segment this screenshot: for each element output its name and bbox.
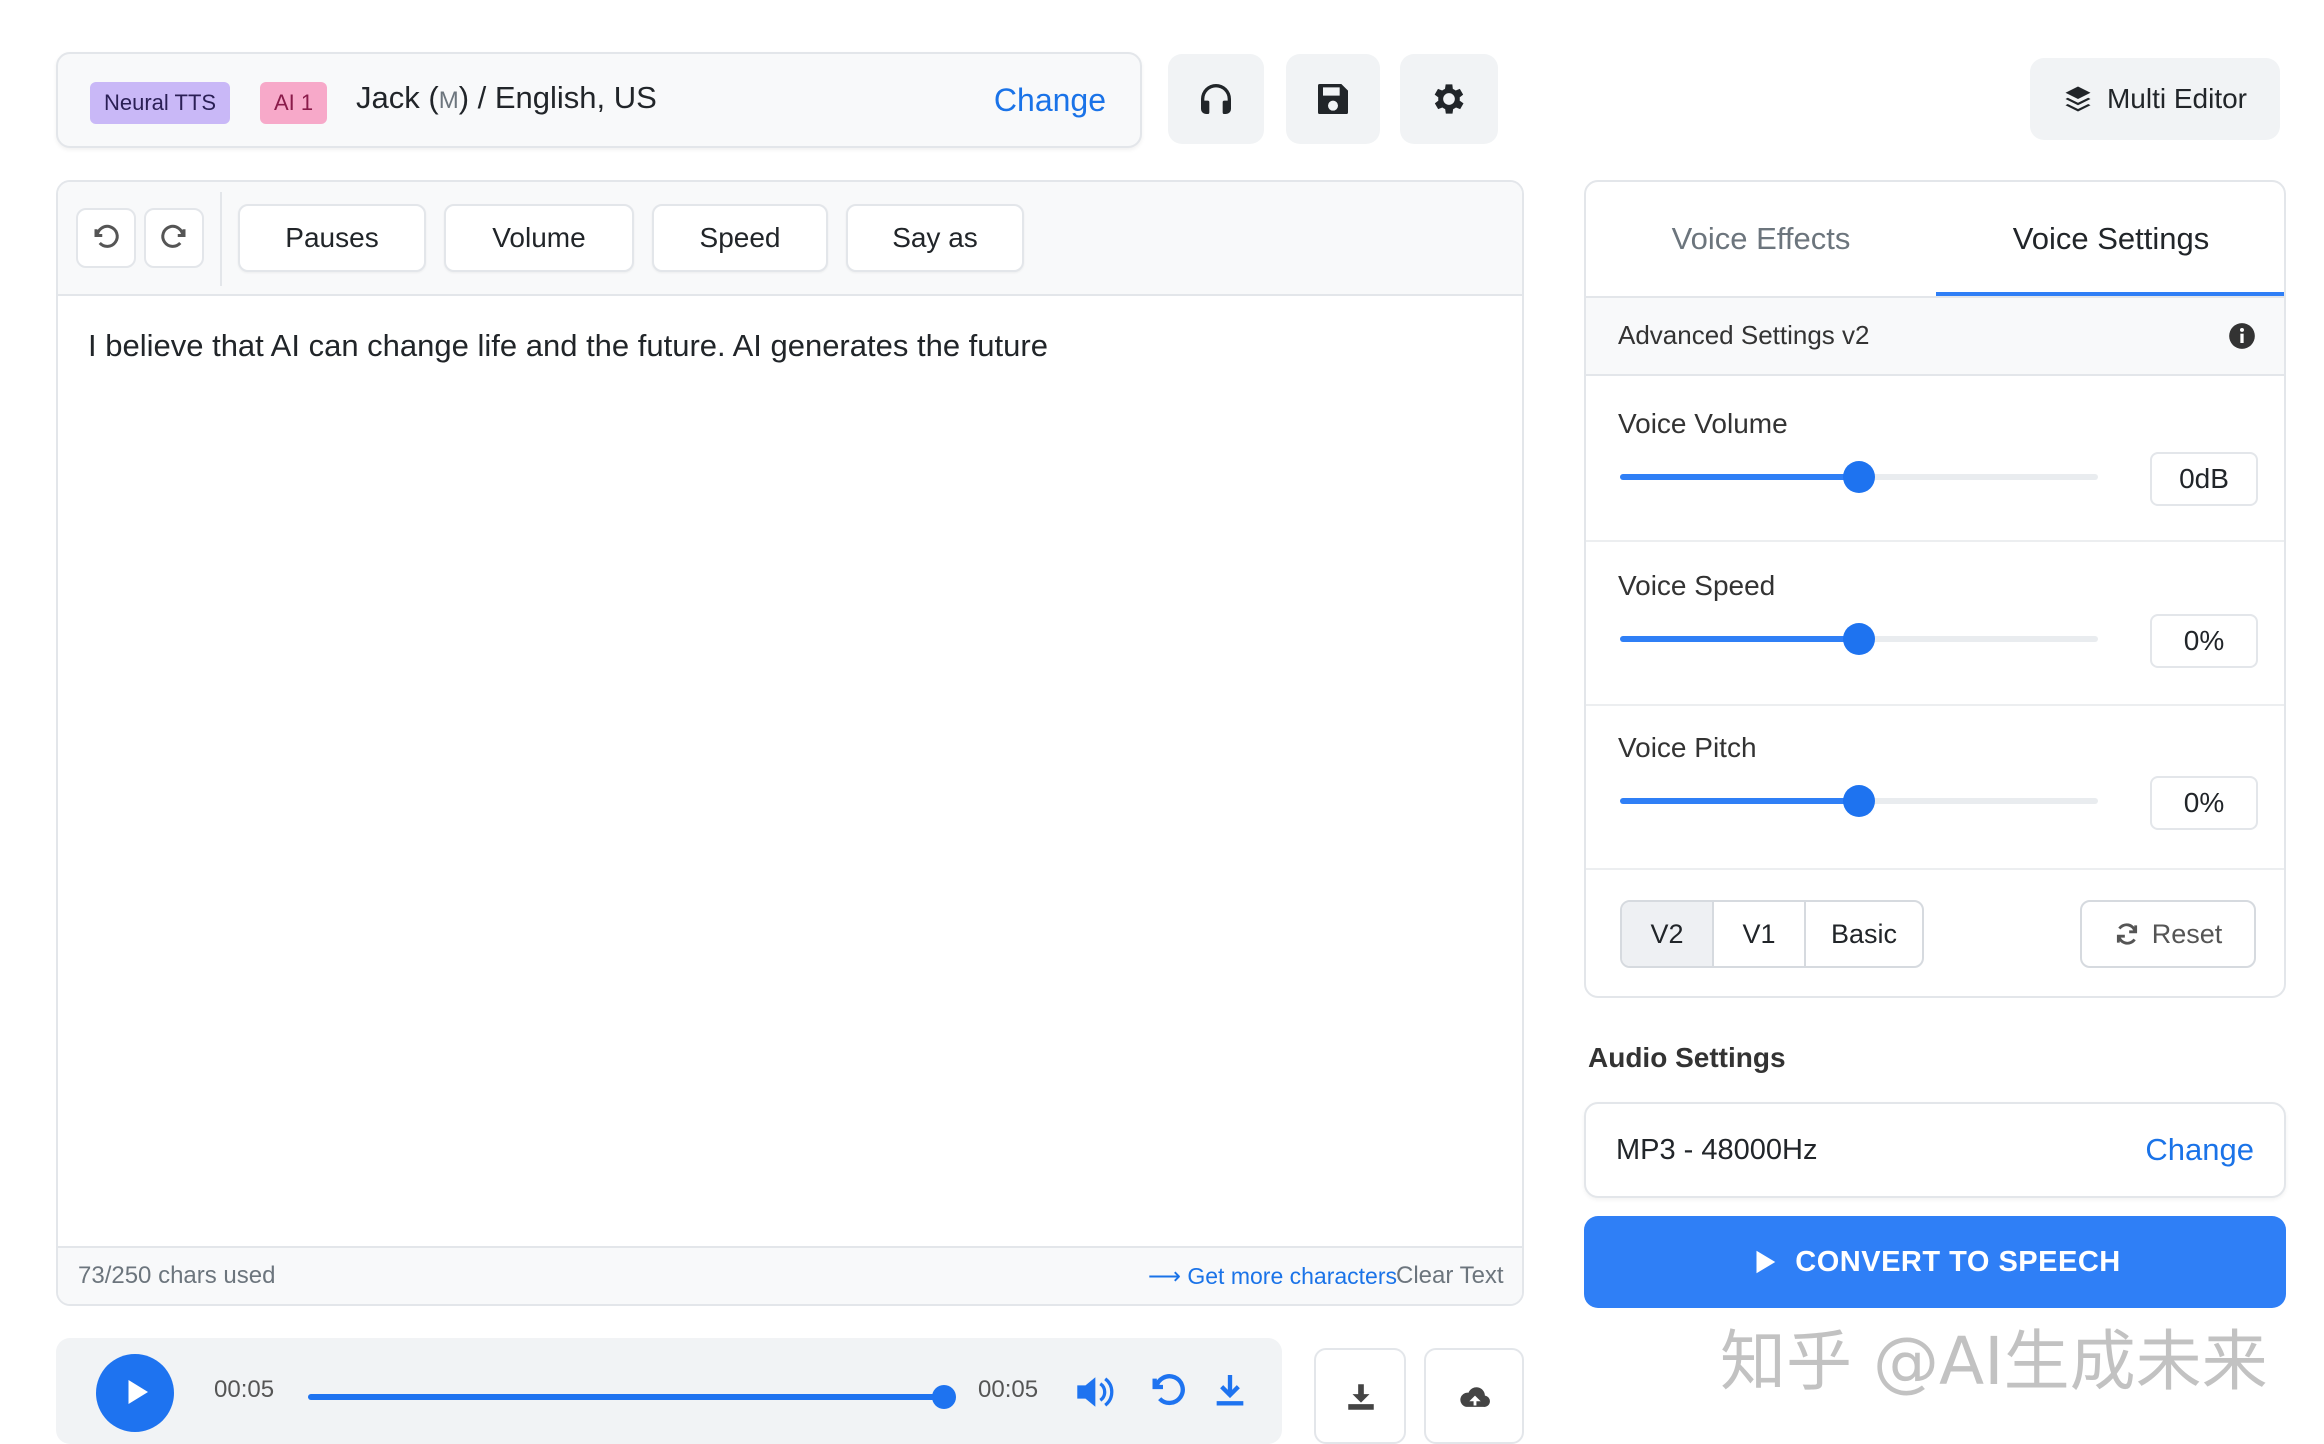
get-more-characters-link[interactable]: ⟶ Get more characters	[1148, 1263, 1397, 1290]
voice-volume-label: Voice Volume	[1618, 408, 1788, 439]
voice-speed-slider-handle[interactable]	[1843, 623, 1875, 655]
play-button[interactable]	[96, 1354, 174, 1432]
reset-button[interactable]: Reset	[2080, 900, 2256, 968]
editor-toolbar: Pauses Volume Speed Say as	[58, 182, 1522, 296]
play-icon	[128, 1380, 148, 1404]
current-time: 00:05	[214, 1376, 275, 1403]
seek-bar-fill	[308, 1394, 944, 1400]
arrow-right-icon: ⟶	[1148, 1263, 1188, 1289]
audio-format-box: MP3 - 48000Hz Change	[1584, 1102, 2286, 1198]
editor-footer: 73/250 chars used ⟶ Get more characters …	[58, 1246, 1522, 1304]
voice-pitch-slider-fill	[1620, 798, 1859, 804]
voice-settings-panel: Voice Effects Voice Settings Advanced Se…	[1584, 180, 2286, 998]
voice-selector-bar: Neural TTS AI 1 Jack (M) / English, US C…	[56, 52, 1142, 148]
download-file-button[interactable]	[1314, 1348, 1406, 1444]
chars-used: 73/250 chars used	[78, 1262, 276, 1289]
voice-speed-row: Voice Speed 0%	[1586, 542, 2284, 704]
total-time: 00:05	[978, 1376, 1039, 1403]
say-as-button[interactable]: Say as	[846, 204, 1024, 272]
voice-volume-value[interactable]: 0dB	[2150, 452, 2258, 506]
text-editor: Pauses Volume Speed Say as I believe tha…	[56, 180, 1524, 1306]
save-button[interactable]	[1286, 54, 1380, 144]
voice-pitch-value[interactable]: 0%	[2150, 776, 2258, 830]
audio-player: 00:05 00:05	[56, 1338, 1282, 1444]
tab-voice-effects[interactable]: Voice Effects	[1586, 182, 1936, 296]
voice-volume-slider[interactable]	[1620, 461, 2098, 493]
info-icon[interactable]	[2228, 322, 2256, 350]
seek-bar[interactable]	[308, 1385, 956, 1409]
row-divider	[1586, 868, 2284, 870]
gear-icon	[1434, 84, 1464, 114]
undo-icon	[94, 224, 119, 248]
download-tray-icon	[1348, 1384, 1374, 1410]
ai-badge: AI 1	[260, 82, 328, 124]
clear-text-link[interactable]: Clear Text	[1396, 1262, 1504, 1290]
layers-icon	[2065, 86, 2091, 112]
watermark: 知乎 @AI生成未来	[1720, 1323, 2268, 1400]
voice-pitch-slider[interactable]	[1620, 785, 2098, 817]
multi-editor-label: Multi Editor	[2106, 83, 2248, 114]
speed-button[interactable]: Speed	[652, 204, 828, 272]
change-format-link[interactable]: Change	[2145, 1132, 2254, 1168]
refresh-icon	[2116, 923, 2137, 945]
multi-editor-button[interactable]: Multi Editor	[2030, 58, 2280, 140]
redo-button[interactable]	[144, 208, 204, 268]
pauses-button[interactable]: Pauses	[238, 204, 426, 272]
voice-volume-slider-handle[interactable]	[1843, 461, 1875, 493]
cloud-upload-button[interactable]	[1424, 1348, 1524, 1444]
voice-speed-slider-fill	[1620, 636, 1859, 642]
listen-button[interactable]	[1168, 54, 1264, 144]
tab-voice-settings[interactable]: Voice Settings	[1936, 182, 2284, 296]
voice-pitch-row: Voice Pitch 0%	[1586, 706, 2284, 868]
version-basic-button[interactable]: Basic	[1806, 902, 1922, 966]
cloud-upload-icon	[1460, 1387, 1490, 1407]
undo-button[interactable]	[76, 208, 136, 268]
ssml-tools: Pauses Volume Speed Say as	[238, 204, 1024, 272]
advanced-settings-header: Advanced Settings v2	[1586, 298, 2284, 376]
audio-settings-title: Audio Settings	[1588, 1042, 1786, 1073]
voice-pitch-label: Voice Pitch	[1618, 732, 1757, 763]
editor-textarea[interactable]: I believe that AI can change life and th…	[88, 328, 1488, 364]
neural-tts-badge: Neural TTS	[90, 82, 231, 124]
voice-name: Jack (M) / English, US	[356, 80, 657, 115]
toolbar-divider	[220, 192, 222, 286]
save-icon	[1318, 84, 1348, 114]
voice-volume-slider-fill	[1620, 474, 1859, 480]
voice-volume-row: Voice Volume 0dB	[1586, 378, 2284, 540]
change-voice-link[interactable]: Change	[994, 82, 1106, 119]
version-v2-button[interactable]: V2	[1622, 902, 1714, 966]
voice-speed-label: Voice Speed	[1618, 570, 1776, 601]
audio-format: MP3 - 48000Hz	[1616, 1134, 1818, 1166]
reset-label: Reset	[2151, 918, 2223, 949]
voice-speed-value[interactable]: 0%	[2150, 614, 2258, 668]
settings-button[interactable]	[1400, 54, 1498, 144]
redo-icon	[161, 224, 186, 248]
replay-icon[interactable]	[1148, 1372, 1188, 1412]
voice-pitch-slider-handle[interactable]	[1843, 785, 1875, 817]
seek-handle[interactable]	[932, 1385, 956, 1409]
play-icon	[1756, 1250, 1776, 1274]
version-v1-button[interactable]: V1	[1714, 902, 1806, 966]
voice-speed-slider[interactable]	[1620, 623, 2098, 655]
headphones-icon	[1201, 84, 1231, 114]
convert-label: CONVERT TO SPEECH	[1795, 1245, 2121, 1278]
download-icon[interactable]	[1210, 1370, 1250, 1410]
advanced-settings-title: Advanced Settings v2	[1618, 320, 1870, 350]
volume-button[interactable]: Volume	[444, 204, 634, 272]
convert-to-speech-button[interactable]: CONVERT TO SPEECH	[1584, 1216, 2286, 1308]
version-selector: V2 V1 Basic	[1620, 900, 1924, 968]
volume-icon[interactable]	[1074, 1372, 1120, 1412]
